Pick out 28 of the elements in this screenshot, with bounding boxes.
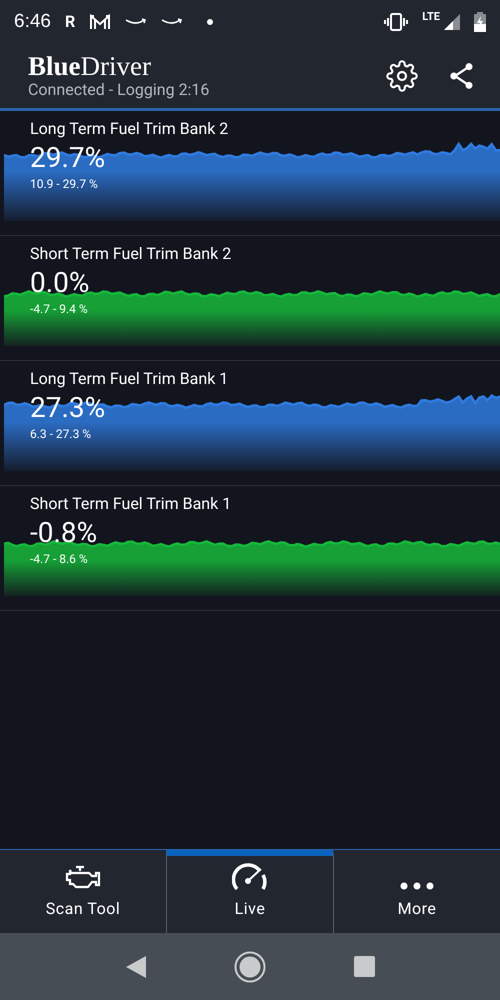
clock: 6:46: [14, 10, 51, 34]
mail-icon: [89, 13, 112, 31]
gauge-label: Long Term Fuel Trim Bank 1: [30, 368, 228, 390]
vibrate-icon: [384, 13, 408, 31]
gauge-range: -4.7 - 9.4 %: [30, 301, 88, 318]
smile-icon: [125, 18, 148, 26]
app-logo: BlueDriver: [28, 52, 152, 80]
gauge-value: -0.8%: [30, 516, 98, 550]
gauge-label: Short Term Fuel Trim Bank 2: [30, 243, 232, 265]
gauge-value: 0.0%: [30, 266, 90, 300]
notification-letter: R: [64, 11, 76, 33]
engine-icon: [65, 865, 101, 891]
smile-icon: [161, 18, 184, 26]
gauge-icon: [232, 863, 268, 891]
battery-icon: [474, 12, 486, 32]
home-icon[interactable]: [234, 950, 266, 982]
more-icon: [399, 881, 435, 891]
gauge-range: 6.3 - 27.3 %: [30, 426, 92, 443]
gauge-label: Long Term Fuel Trim Bank 2: [30, 118, 228, 140]
signal-icon: [444, 14, 460, 30]
network-label: LTE: [422, 8, 440, 25]
gauge-range: -4.7 - 8.6 %: [30, 551, 88, 568]
back-icon[interactable]: [126, 956, 146, 978]
nav-tab[interactable]: Scan Tool: [0, 850, 166, 933]
gauge-label: Short Term Fuel Trim Bank 1: [30, 493, 232, 515]
gauge-range: 10.9 - 29.7 %: [30, 176, 98, 193]
recents-icon[interactable]: [354, 956, 374, 977]
connection-status: Connected - Logging 2:16: [28, 80, 210, 100]
